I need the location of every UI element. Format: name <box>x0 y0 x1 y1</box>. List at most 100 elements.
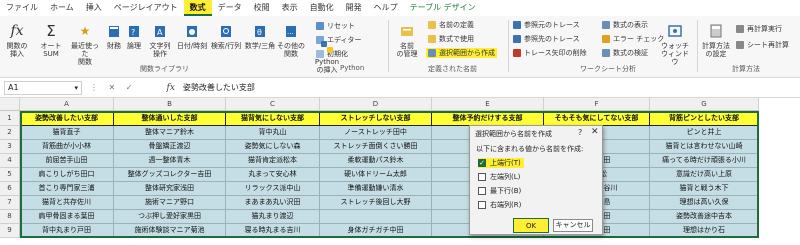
table-cell[interactable]: 前屈苦手山田 <box>20 154 114 168</box>
table-cell[interactable]: 身体ガチガチ中田 <box>320 224 432 238</box>
menu-item[interactable]: テーブル デザイン <box>404 0 482 16</box>
table-cell[interactable]: 理想は高い久保 <box>650 196 759 210</box>
table-cell[interactable]: 整体研究家浅田 <box>114 182 226 196</box>
create-from-selection-button[interactable]: 選択範囲から作成 <box>426 48 497 58</box>
calc-now-button[interactable]: 再計算実行 <box>736 24 782 34</box>
table-cell[interactable]: 猫丸まり渡辺 <box>226 210 320 224</box>
fx-button[interactable]: fx <box>167 83 175 93</box>
table-cell[interactable]: リラックス派中山 <box>226 182 320 196</box>
datetime-button[interactable]: 日付/時刻 <box>176 22 208 50</box>
column-header[interactable]: D <box>320 98 432 111</box>
menu-item[interactable]: ホーム <box>44 0 80 16</box>
table-cell[interactable]: ノーストレッチ田中 <box>320 126 432 140</box>
table-cell[interactable]: 理想はかり石 <box>650 224 759 238</box>
table-cell[interactable]: 猫背直子 <box>20 126 114 140</box>
more-functions-button[interactable]: ... その他の 関数 <box>277 22 305 58</box>
row-header[interactable]: 4 <box>0 154 20 168</box>
menu-item[interactable]: ヘルプ <box>368 0 404 16</box>
table-cell[interactable]: 寝る時丸まる吉川 <box>226 224 320 238</box>
table-cell[interactable]: 首こり専門家三浦 <box>20 182 114 196</box>
header-cell[interactable]: 猫背気にしない支部 <box>226 111 320 126</box>
text-button[interactable]: A 文字列 操作 <box>147 22 173 58</box>
table-cell[interactable]: 痛ってる時だけ頑張る小川 <box>650 154 759 168</box>
remove-arrows-button[interactable]: トレース矢印の削除 <box>513 48 587 58</box>
table-cell[interactable]: 背中丸まり戸田 <box>20 224 114 238</box>
menu-item[interactable]: 数式 <box>183 0 212 16</box>
table-cell[interactable]: 肩こりしがち田口 <box>20 168 114 182</box>
math-button[interactable]: θ 数学/三角 <box>244 22 276 50</box>
table-cell[interactable]: 猫背肯定派松本 <box>226 154 320 168</box>
column-header[interactable]: G <box>650 98 759 111</box>
table-cell[interactable]: 骨盤矯正渡辺 <box>114 140 226 154</box>
column-header[interactable]: F <box>544 98 650 111</box>
error-check-button[interactable]: エラー チェック <box>602 34 664 44</box>
logical-button[interactable]: ? 論理 <box>124 22 144 50</box>
close-icon[interactable]: ✕ <box>591 127 599 137</box>
insert-function-button[interactable]: fx 関数の 挿入 <box>6 22 28 58</box>
table-cell[interactable]: 姿勢気にしない森 <box>226 140 320 154</box>
row-header[interactable]: 2 <box>0 126 20 140</box>
table-cell[interactable]: 柔軟運動パス鈴木 <box>320 154 432 168</box>
menu-item[interactable]: 挿入 <box>80 0 108 16</box>
menu-item[interactable]: データ <box>212 0 248 16</box>
menu-item[interactable]: ファイル <box>0 0 44 16</box>
table-cell[interactable]: 猫背と戦う木下 <box>650 182 759 196</box>
table-cell[interactable]: 猫背と共存佐川 <box>20 196 114 210</box>
name-manager-button[interactable]: 名前 の管理 <box>393 22 421 58</box>
table-cell[interactable]: 施術マニア野口 <box>114 196 226 210</box>
row-header[interactable]: 8 <box>0 210 20 224</box>
header-cell[interactable]: 整体通いした支部 <box>114 111 226 126</box>
header-cell[interactable]: そもそも気にしてない支部 <box>544 111 650 126</box>
menu-item[interactable]: 校閲 <box>248 0 276 16</box>
row-header[interactable]: 1 <box>0 111 20 126</box>
table-cell[interactable]: ストレッチ後回し大野 <box>320 196 432 210</box>
table-cell[interactable] <box>320 210 432 224</box>
menu-item[interactable]: 表示 <box>276 0 304 16</box>
use-in-formula-button[interactable]: 数式で使用 <box>428 34 474 44</box>
lookup-button[interactable]: 検索/行列 <box>210 22 242 50</box>
python-insert-button[interactable]: Python の挿入 <box>313 38 341 74</box>
row-header[interactable]: 7 <box>0 196 20 210</box>
table-cell[interactable]: 準備運動嫌い清水 <box>320 182 432 196</box>
help-icon[interactable]: ? <box>578 128 582 137</box>
menu-item[interactable]: 自動化 <box>304 0 340 16</box>
cancel-button[interactable]: キャンセル <box>553 219 593 232</box>
option-checkbox[interactable]: 右端列(R) <box>478 200 521 210</box>
formula-input[interactable]: 姿勢改善したい支部 <box>183 82 255 93</box>
select-all-corner[interactable] <box>0 98 20 111</box>
table-cell[interactable]: 猫背とは言わせない山崎 <box>650 140 759 154</box>
option-checkbox[interactable]: ✓ 上端行(T) <box>478 158 524 168</box>
row-header[interactable]: 3 <box>0 140 20 154</box>
column-header[interactable]: A <box>20 98 114 111</box>
name-box[interactable]: A1 ▾ <box>4 80 82 95</box>
watch-window-button[interactable]: ウォッチ ウィンドウ <box>660 22 690 66</box>
table-cell[interactable]: 丸まって安心林 <box>226 168 320 182</box>
table-cell[interactable]: 整体グッズコレクター吉田 <box>114 168 226 182</box>
column-header[interactable]: C <box>226 98 320 111</box>
table-cell[interactable]: ストレッチ面倒くさい勝田 <box>320 140 432 154</box>
menu-item[interactable]: ページレイアウト <box>108 0 184 16</box>
autosum-button[interactable]: Σ オート SUM <box>40 22 62 59</box>
calc-sheet-button[interactable]: シート再計算 <box>736 40 789 50</box>
financial-button[interactable]: 財務 <box>104 22 124 50</box>
header-cell[interactable]: 姿勢改善したい支部 <box>20 111 114 126</box>
table-cell[interactable]: 週一整体青木 <box>114 154 226 168</box>
ok-button[interactable]: OK <box>513 218 549 233</box>
trace-dependents-button[interactable]: 参照先のトレース <box>513 34 580 44</box>
row-header[interactable]: 9 <box>0 224 20 238</box>
option-checkbox[interactable]: 最下行(B) <box>478 186 521 196</box>
recent-functions-button[interactable]: ★ 最近使った 関数 <box>68 22 102 66</box>
table-cell[interactable]: 背中丸山 <box>226 126 320 140</box>
table-cell[interactable]: まあまあ丸い沢田 <box>226 196 320 210</box>
header-cell[interactable]: 整体予約だけする支部 <box>432 111 544 126</box>
table-cell[interactable]: 背筋曲が小小林 <box>20 140 114 154</box>
table-cell[interactable]: 整体マニア鈴木 <box>114 126 226 140</box>
row-header[interactable]: 5 <box>0 168 20 182</box>
spreadsheet-grid[interactable]: A B C D E F G 1 姿勢改善したい支部 整体通いした支部 猫背気にしない支部 ストレッチし… <box>0 98 800 245</box>
table-cell[interactable]: 意識だけ高い上原 <box>650 168 759 182</box>
calc-options-button[interactable]: 計算方法 の設定 <box>700 22 732 58</box>
trace-precedents-button[interactable]: 参照元のトレース <box>513 20 580 30</box>
table-cell[interactable]: 硬い体ドリーム太郎 <box>320 168 432 182</box>
evaluate-button[interactable]: 数式の検証 <box>602 48 648 58</box>
row-header[interactable]: 6 <box>0 182 20 196</box>
